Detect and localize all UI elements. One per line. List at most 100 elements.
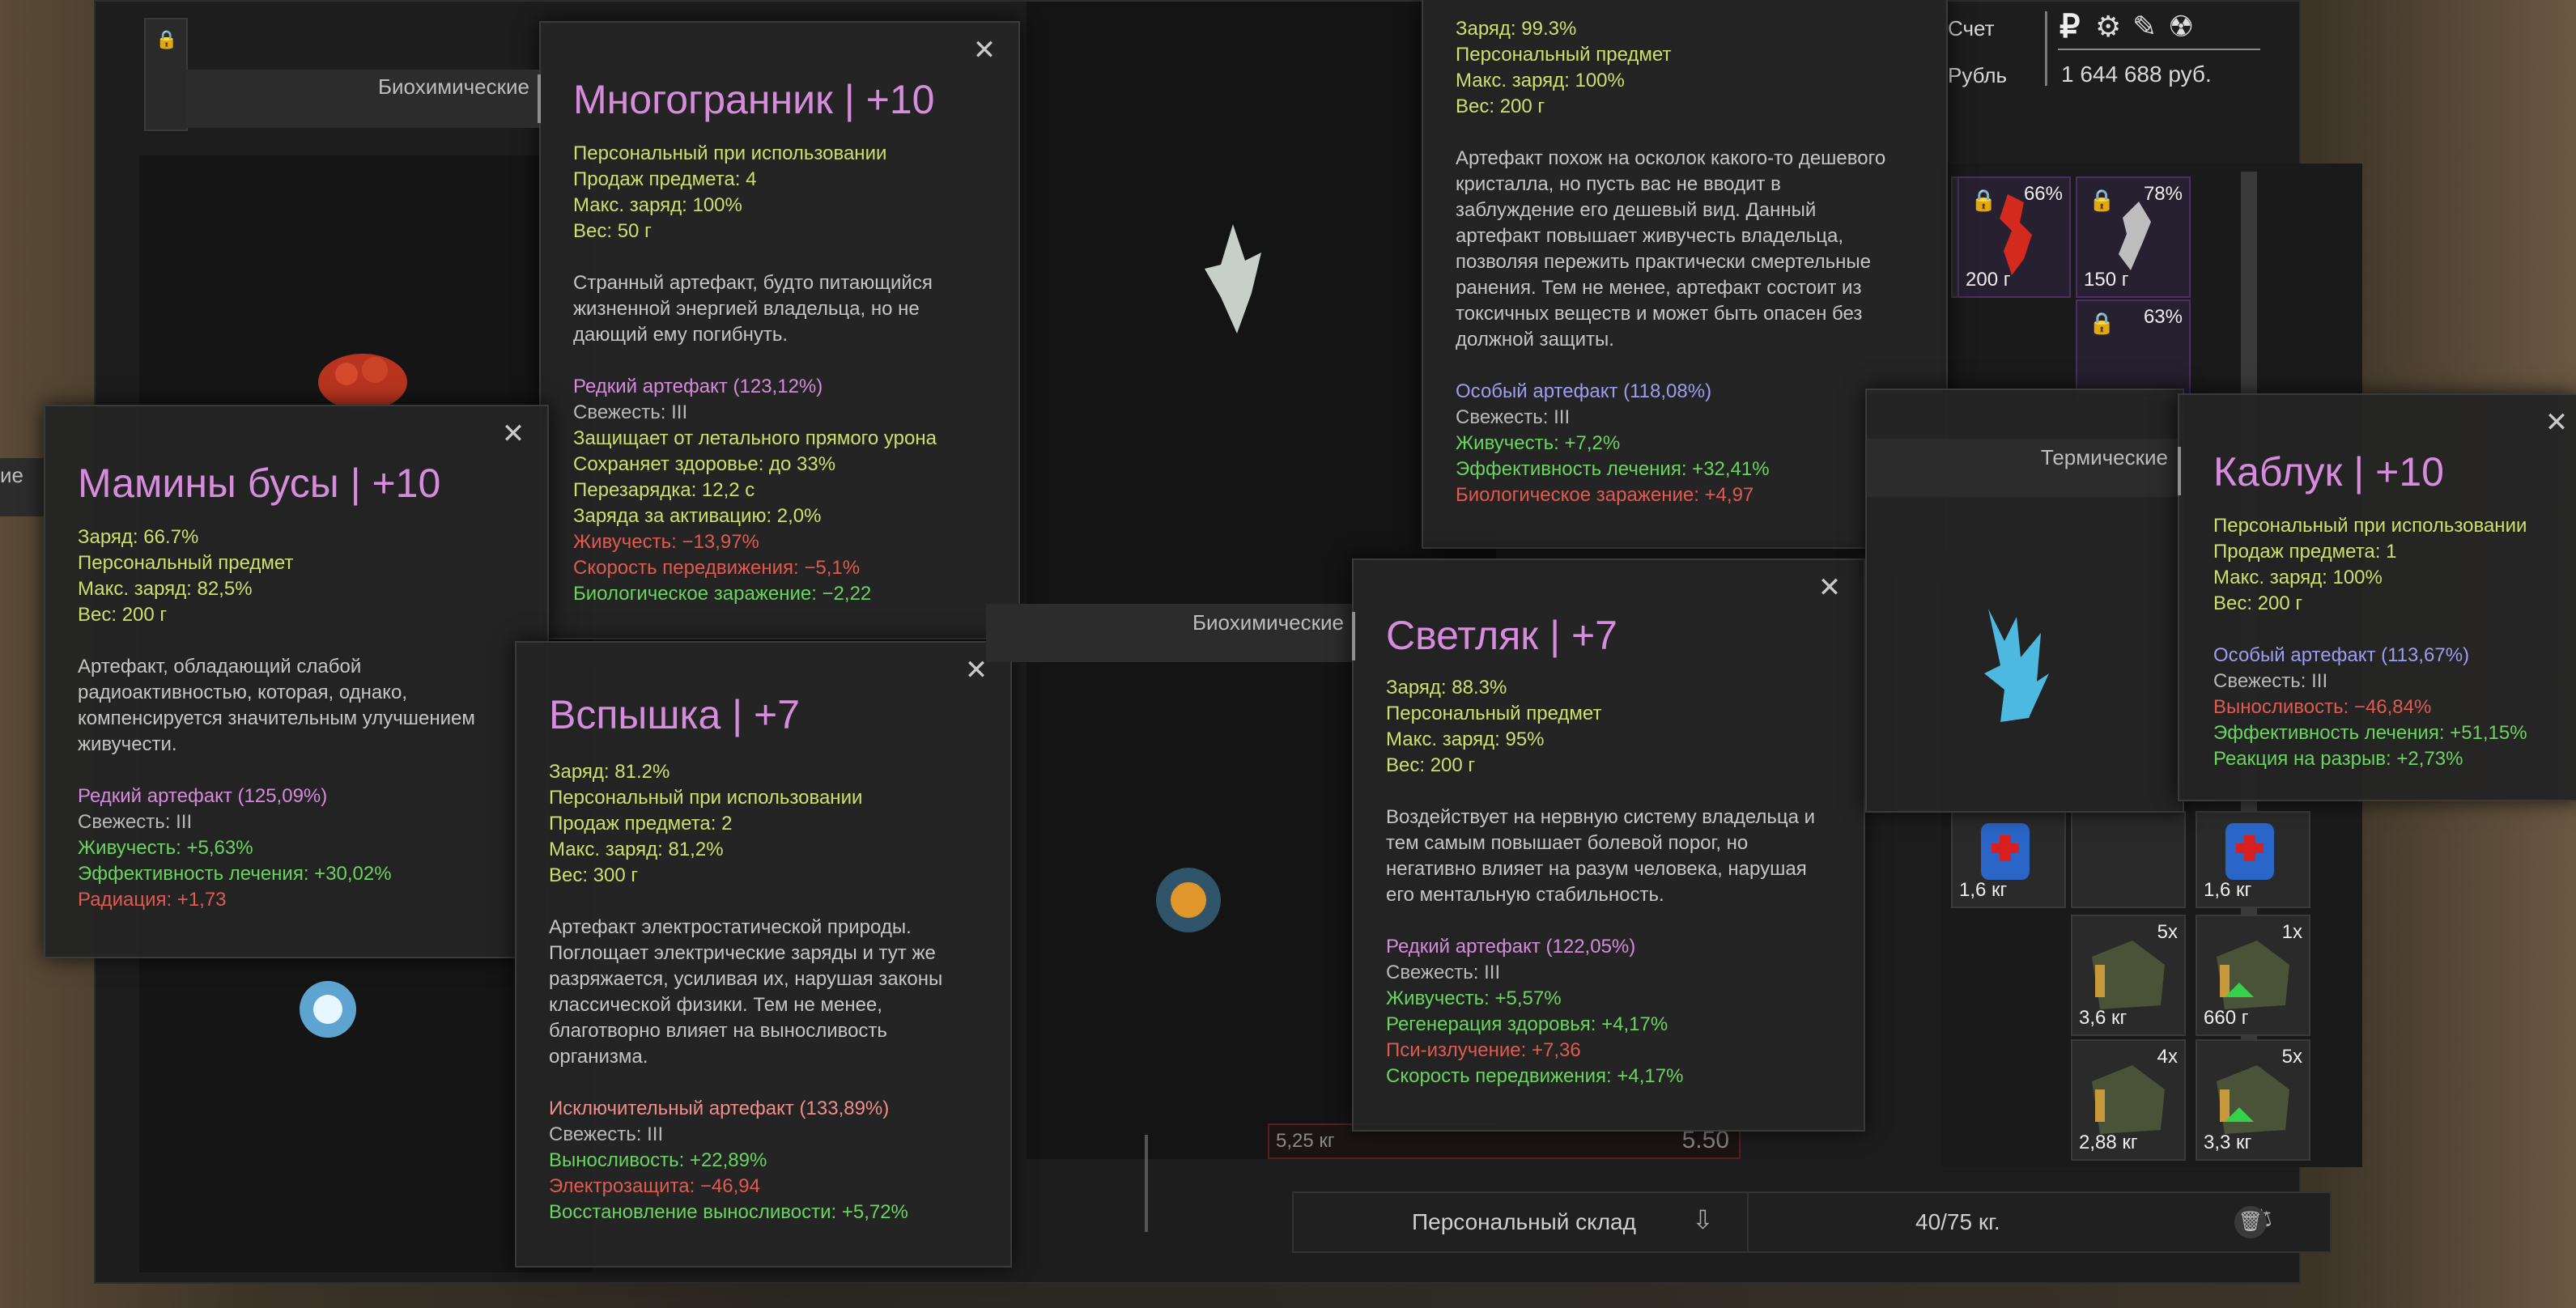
scrollbar-left[interactable] [1145,1135,1148,1232]
ruble-icon[interactable]: ₽ [2060,8,2080,45]
item-details: Персональный при использовании Продаж пр… [2213,513,2570,772]
currency-divider [2045,11,2047,86]
inventory-slot[interactable]: 🔒 63% [2076,299,2191,400]
slot-count: 5x [2281,1046,2302,1068]
rarity-line: Редкий артефакт (125,09%) [78,785,328,807]
effect-line: Эффективность лечения: +32,41% [1456,458,1770,480]
slot-weight: 3,6 кг [2079,1007,2128,1029]
stat-value: 82,5% [197,578,253,600]
inventory-slot[interactable]: 🔒 78% 150 г [2076,176,2191,298]
ammo-pack-icon [2092,941,2165,1009]
stat-label: Макс. заряд: [1456,70,1575,91]
slot-percent: 63% [2143,306,2183,328]
background-weight: 5,25 кг [1276,1130,1335,1152]
effect-line: Выносливость: +22,89% [549,1149,767,1171]
effect-line: Регенерация здоровья: +4,17% [1386,1013,1668,1035]
inventory-slot[interactable]: 1x 660 г [2196,915,2310,1036]
stat-value: 200 г [2257,592,2303,614]
inventory-slot[interactable] [2071,811,2186,908]
close-icon[interactable]: ✕ [2540,406,2573,439]
ammo-pack-icon [2217,1065,2289,1134]
tooltip-svetlyak: ✕ Светляк | +7 Заряд: 88.3% Персональный… [1352,558,1865,1132]
rarity-line: Редкий артефакт (123,12%) [573,376,823,397]
effect-line: Живучесть: +5,57% [1386,987,1562,1009]
stat-label: Вес: [573,220,618,242]
blue-star-artifact-icon [300,981,356,1038]
effect-line: Выносливость: −46,84% [2213,696,2432,718]
inventory-slot[interactable]: 4x 2,88 кг [2071,1039,2186,1161]
category-label: Биохимические [377,74,529,99]
stat-value: 99.3% [1521,18,1577,40]
stat-line: Заряд: 66.7% [78,524,531,550]
item-description: Артефакт электростатической природы. Пог… [549,916,943,1068]
close-icon[interactable]: ✕ [968,34,1001,66]
category-strip: Биохимические [186,70,539,128]
stat-line: Персональный при использовании [549,785,1002,811]
slot-weight: 660 г [2204,1007,2249,1029]
title-divider [2178,447,2181,495]
inventory-slot[interactable]: 5x 3,6 кг [2071,915,2186,1036]
stat-line: Макс. заряд: 95% [1386,727,1847,753]
stat-line: Макс. заряд: 82,5% [78,576,531,602]
category-label: Биохимические [1192,610,1344,635]
effect-line: Электрозащита: −46,94 [549,1175,760,1197]
slot-weight: 3,3 кг [2204,1132,2252,1153]
rarity-line: Исключительный артефакт (133,89%) [549,1098,890,1119]
stat-value: 100% [692,194,742,216]
storage-capacity: 40/75 кг. [1915,1209,2000,1234]
inventory-slot[interactable]: 5x 3,3 кг [2196,1039,2310,1161]
inventory-slot[interactable]: 🔒 66% 200 г [1958,176,2071,298]
stat-label: Персональный при использовании [549,787,863,809]
stat-label: Макс. заряд: [573,194,693,216]
trash-icon[interactable]: 🗑 [2234,1206,2267,1238]
stat-label: Продаж предмета: [549,813,722,834]
item-description: Артефакт похож на осколок какого-то деше… [1456,147,1886,350]
close-icon[interactable]: ✕ [1813,571,1846,604]
category-strip: Биохимические [986,604,1354,662]
slot-weight: 1,6 кг [2204,879,2252,901]
tooltip-maminy-busy: ✕ Мамины бусы | +10 Заряд: 66.7% Персона… [44,405,549,958]
item-title: Светляк | +7 [1386,613,1617,658]
artifact-slot-locked[interactable]: 🔒 [144,18,188,131]
stat-line: Продаж предмета: 4 [573,167,994,193]
settings-icon[interactable]: ⚙ [2095,10,2121,44]
inventory-slot[interactable]: 1,6 кг [2196,811,2310,908]
stat-label: Макс. заряд: [549,839,669,860]
rarity-line: Особый артефакт (113,67%) [2213,644,2470,666]
lock-icon: 🔒 [155,29,178,49]
effect-line: Свежесть: III [1456,406,1571,428]
category-strip: ие [0,458,44,516]
stat-line: Персональный при использовании [573,141,994,167]
storage-drop-icon[interactable]: ⇩ [1692,1204,1714,1235]
storage-label: Персональный склад [1412,1209,1636,1234]
stat-value: 300 г [593,864,639,886]
close-icon[interactable]: ✕ [497,418,529,450]
radiation-icon[interactable]: ☢ [2168,10,2194,44]
effect-line: Реакция на разрыв: +2,73% [2213,748,2463,770]
effect-line: Биологическое заражение: +4,97 [1456,484,1754,506]
effect-line: Заряда за активацию: 2,0% [573,505,822,527]
effect-line: Перезарядка: 12,2 с [573,479,755,501]
item-details: Заряд: 88.3% Персональный предмет Макс. … [1386,675,1847,1089]
inventory-slot[interactable]: 1,6 кг [1951,811,2066,908]
effect-line: Свежесть: III [78,811,193,833]
tool-icon[interactable]: ✎ [2132,10,2157,44]
tooltip-mnogogrannik: ✕ Многогранник | +10 Персональный при ис… [539,21,1020,639]
stat-label: Заряд: [78,526,144,548]
effect-line: Скорость передвижения: +4,17% [1386,1065,1684,1087]
stat-label: Персональный предмет [78,552,294,574]
lock-icon: 🔒 [2089,311,2115,335]
slot-weight: 150 г [2084,269,2129,291]
orange-orb-artifact-icon [1156,868,1221,932]
item-title: Многогранник | +10 [573,77,935,122]
blue-crystal-artifact-icon [1984,609,2049,722]
stat-value: 81,2% [668,839,724,860]
effect-line: Пси-излучение: +7,36 [1386,1039,1581,1061]
effect-line: Восстановление выносливости: +5,72% [549,1201,908,1223]
stat-label: Продаж предмета: [573,168,746,190]
effect-line: Живучесть: +7,2% [1456,432,1621,454]
rarity-line: Особый артефакт (118,08%) [1456,380,1712,402]
stat-line: Вес: 200 г [2213,591,2570,617]
stat-line: Заряд: 88.3% [1386,675,1847,701]
slot-percent: 66% [2023,183,2063,205]
